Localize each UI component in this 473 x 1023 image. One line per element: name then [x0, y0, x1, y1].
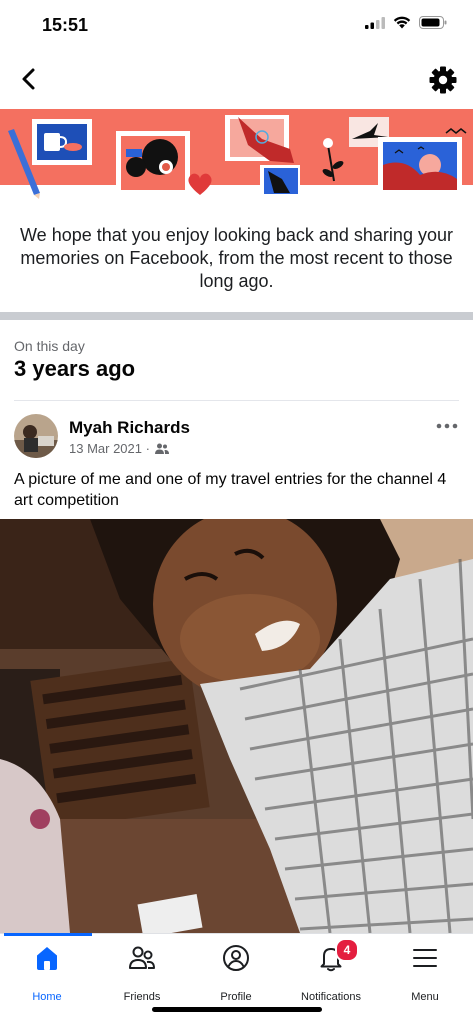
post-date: 13 Mar 2021 ·: [69, 441, 150, 456]
memories-illustration: [0, 109, 473, 199]
status-icons: [365, 16, 447, 29]
tab-notifications[interactable]: 4 Notifications: [284, 938, 378, 1004]
back-button[interactable]: [14, 64, 44, 94]
settings-button[interactable]: [427, 64, 459, 96]
home-indicator[interactable]: [152, 1007, 322, 1012]
intro-text: We hope that you enjoy looking back and …: [20, 225, 453, 291]
tab-friends[interactable]: Friends: [95, 944, 189, 1004]
avatar-image: [14, 414, 58, 458]
header-divider: [14, 400, 459, 401]
tab-home[interactable]: Home: [0, 944, 94, 1004]
post-text: A picture of me and one of my travel ent…: [14, 471, 447, 509]
cellular-signal-icon: [365, 16, 385, 29]
post-author[interactable]: Myah Richards: [69, 418, 190, 438]
more-options-button[interactable]: [435, 416, 459, 436]
tab-profile-label: Profile: [220, 991, 252, 1003]
post-photo-image: [0, 519, 473, 933]
tab-menu[interactable]: Menu: [378, 944, 472, 1004]
more-horizontal-icon: [436, 423, 458, 429]
tab-notifications-label: Notifications: [301, 991, 361, 1003]
tab-friends-label: Friends: [123, 991, 161, 1003]
chevron-left-icon: [22, 68, 35, 90]
battery-icon: [419, 16, 447, 29]
chair-back: [30, 658, 210, 830]
profile-icon: [223, 945, 249, 971]
friends-icon: [129, 946, 155, 969]
active-tab-indicator: [4, 933, 92, 936]
wifi-icon: [393, 16, 411, 29]
years-ago-heading: 3 years ago: [14, 356, 136, 381]
gear-icon: [429, 66, 457, 94]
status-bar: 15:51: [0, 0, 473, 50]
post-meta: 13 Mar 2021 ·: [69, 441, 169, 456]
status-time: 15:51: [42, 15, 89, 35]
post-photo[interactable]: [0, 519, 473, 933]
tab-menu-label: Menu: [411, 991, 439, 1003]
home-icon: [37, 947, 57, 970]
landscape-frame: [378, 137, 462, 195]
mug-frame: [32, 119, 92, 165]
notification-badge: 4: [335, 938, 359, 962]
menu-icon: [413, 949, 437, 967]
memories-banner: [0, 109, 473, 199]
section-divider: [0, 312, 473, 320]
section-label: On this day: [14, 338, 85, 354]
tab-profile[interactable]: Profile: [189, 944, 283, 1004]
tab-home-label: Home: [32, 991, 62, 1003]
couple-frame: [116, 131, 190, 195]
top-navigation: [0, 58, 473, 102]
friends-audience-icon[interactable]: [154, 443, 169, 455]
avatar[interactable]: [14, 414, 58, 458]
